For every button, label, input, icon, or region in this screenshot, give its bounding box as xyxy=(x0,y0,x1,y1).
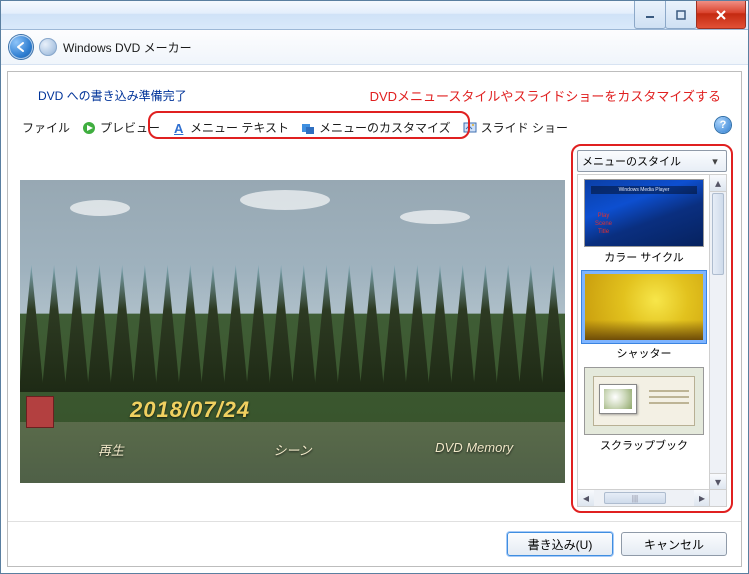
style-item-label: カラー サイクル xyxy=(582,249,706,265)
toolbar: ファイル プレビュー A メニュー テキスト メニューのカスタマイズ スライド … xyxy=(8,113,741,144)
style-thumbnail xyxy=(582,271,706,343)
page-title: DVD への書き込み準備完了 xyxy=(38,87,187,104)
scroll-thumb[interactable]: ||| xyxy=(604,492,666,504)
preview-image: 2018/07/24 再生 シーン DVD Memory xyxy=(20,180,565,483)
chevron-down-icon: ▾ xyxy=(708,155,722,168)
play-icon xyxy=(82,121,96,135)
styles-list: Windows Media Player Play Scene Title カラ… xyxy=(577,174,727,507)
style-item[interactable]: シャッター xyxy=(582,271,706,361)
style-item-label: スクラップブック xyxy=(582,437,706,453)
menu-text-label: メニュー テキスト xyxy=(190,119,289,136)
cancel-button[interactable]: キャンセル xyxy=(621,532,727,556)
preview-menu-row: 再生 シーン DVD Memory xyxy=(20,440,565,459)
menu-text-button[interactable]: A メニュー テキスト xyxy=(166,117,295,138)
style-item[interactable]: Windows Media Player Play Scene Title カラ… xyxy=(582,179,706,265)
maximize-button[interactable] xyxy=(665,1,697,29)
footer: 書き込み(U) キャンセル xyxy=(8,521,741,566)
horizontal-scrollbar[interactable]: ◂ ||| ▸ xyxy=(578,489,710,506)
scroll-up-icon[interactable]: ▴ xyxy=(710,175,726,192)
file-menu[interactable]: ファイル xyxy=(16,117,76,138)
menu-customize-button[interactable]: メニューのカスタマイズ xyxy=(295,117,457,138)
style-thumbnail xyxy=(584,367,704,435)
help-button[interactable]: ? xyxy=(715,117,731,133)
preview-date: 2018/07/24 xyxy=(130,397,250,423)
scroll-right-icon[interactable]: ▸ xyxy=(694,490,710,506)
preview-button[interactable]: プレビュー xyxy=(76,117,166,138)
top-row: DVD への書き込み準備完了 DVDメニュースタイルやスライドショーをカスタマイ… xyxy=(8,72,741,113)
content: DVD への書き込み準備完了 DVDメニュースタイルやスライドショーをカスタマイ… xyxy=(1,65,748,573)
annotation-text: DVDメニュースタイルやスライドショーをカスタマイズする xyxy=(370,86,721,105)
style-thumbnail: Windows Media Player Play Scene Title xyxy=(584,179,704,247)
scroll-down-icon[interactable]: ▾ xyxy=(710,473,726,490)
titlebar xyxy=(1,1,748,30)
slideshow-button[interactable]: スライド ショー xyxy=(457,117,574,138)
header: Windows DVD メーカー xyxy=(1,30,748,65)
main-area: 2018/07/24 再生 シーン DVD Memory メニューのスタイル ▾ xyxy=(8,144,741,521)
slideshow-icon xyxy=(463,121,477,135)
slideshow-label: スライド ショー xyxy=(481,119,568,136)
style-category-combo[interactable]: メニューのスタイル ▾ xyxy=(577,150,727,172)
preview-label: プレビュー xyxy=(100,119,160,136)
window: Windows DVD メーカー DVD への書き込み準備完了 DVDメニュース… xyxy=(0,0,749,574)
app-title: Windows DVD メーカー xyxy=(63,39,192,56)
svg-text:A: A xyxy=(174,121,184,135)
customize-icon xyxy=(301,121,315,135)
file-menu-label: ファイル xyxy=(22,119,70,136)
styles-panel: メニューのスタイル ▾ Windows Media Player Play Sc… xyxy=(571,144,733,513)
style-item[interactable]: スクラップブック xyxy=(582,367,706,453)
burn-button[interactable]: 書き込み(U) xyxy=(507,532,613,556)
preview-scene: シーン xyxy=(202,440,384,459)
preview-title: DVD Memory xyxy=(383,440,565,459)
vertical-scrollbar[interactable]: ▴ ▾ xyxy=(709,175,726,490)
preview-pane: 2018/07/24 再生 シーン DVD Memory xyxy=(16,144,565,513)
scroll-thumb[interactable] xyxy=(712,193,724,275)
menu-customize-label: メニューのカスタマイズ xyxy=(319,119,451,136)
style-category-label: メニューのスタイル xyxy=(582,153,681,169)
minimize-button[interactable] xyxy=(634,1,666,29)
scroll-corner xyxy=(709,489,726,506)
app-icon xyxy=(39,38,57,56)
frame: DVD への書き込み準備完了 DVDメニュースタイルやスライドショーをカスタマイ… xyxy=(7,71,742,567)
close-button[interactable] xyxy=(696,1,746,29)
scroll-left-icon[interactable]: ◂ xyxy=(578,490,594,506)
back-button[interactable] xyxy=(9,35,33,59)
text-icon: A xyxy=(172,121,186,135)
preview-play: 再生 xyxy=(20,440,202,459)
style-item-label: シャッター xyxy=(582,345,706,361)
